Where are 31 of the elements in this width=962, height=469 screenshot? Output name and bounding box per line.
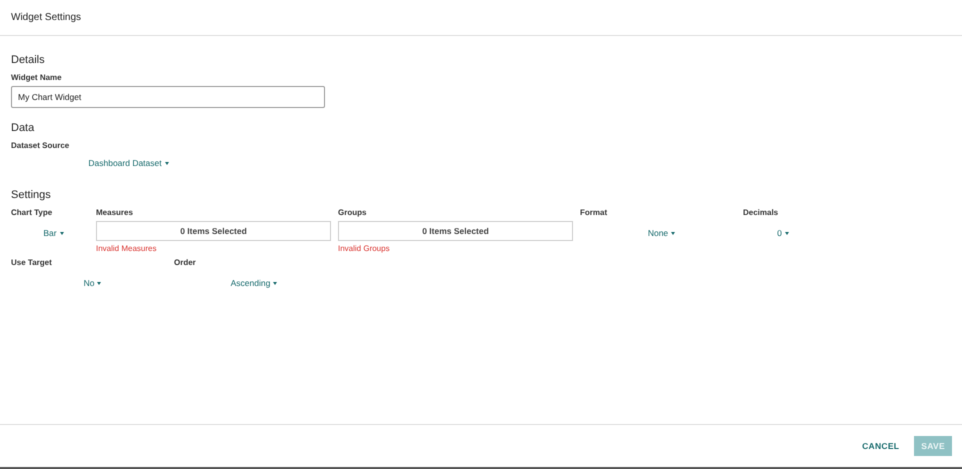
dropdown[interactable]: 0 (777, 228, 789, 238)
dropdown[interactable]: Bar (43, 228, 64, 238)
field-label: Groups (338, 207, 368, 218)
caret-icon (60, 232, 64, 234)
caret-icon (164, 162, 169, 164)
button[interactable]: CANCEL (855, 436, 906, 456)
dropdown[interactable]: Dashboard Dataset (88, 158, 169, 168)
field-label: Widget Name (11, 72, 63, 83)
window-title: Widget Settings (11, 12, 82, 23)
dropdown[interactable]: No (84, 278, 102, 288)
section-heading: Settings (11, 188, 52, 202)
field-label: Dataset Source (11, 140, 70, 151)
caret-icon (273, 282, 278, 284)
caret-icon (671, 232, 676, 234)
error-message: Invalid Groups (338, 244, 391, 254)
dropdown[interactable]: Ascending (230, 278, 278, 288)
field-label: Format (580, 207, 608, 218)
caret-icon (784, 232, 789, 234)
widget-name-field[interactable]: My Chart Widget (11, 86, 325, 108)
dropdown[interactable]: None (648, 228, 676, 238)
multiselect-field[interactable]: 0 Items Selected (96, 221, 331, 241)
field-label: Measures (96, 207, 134, 218)
field-label: Decimals (743, 207, 780, 218)
field-label: Chart Type (11, 207, 54, 218)
error-message: Invalid Measures (96, 244, 158, 254)
field-label: Order (174, 257, 197, 268)
field-label: Use Target (11, 257, 53, 268)
section-heading: Details (11, 53, 46, 67)
section-heading: Data (11, 121, 36, 135)
caret-icon (97, 282, 102, 284)
multiselect-field[interactable]: 0 Items Selected (338, 221, 573, 241)
